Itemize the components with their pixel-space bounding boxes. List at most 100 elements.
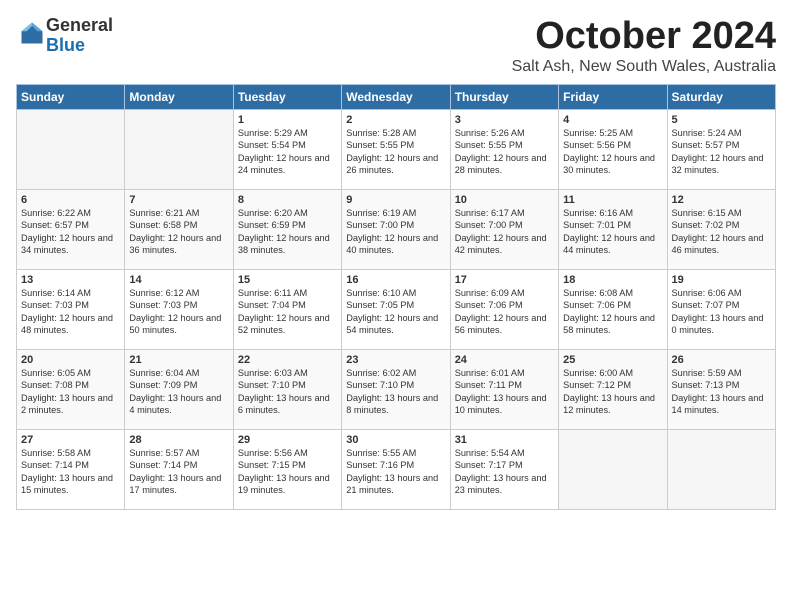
calendar-week-row: 27Sunrise: 5:58 AM Sunset: 7:14 PM Dayli… <box>17 429 776 509</box>
cell-detail: Sunrise: 5:56 AM Sunset: 7:15 PM Dayligh… <box>238 447 337 497</box>
day-number: 5 <box>672 114 771 126</box>
cell-detail: Sunrise: 5:26 AM Sunset: 5:55 PM Dayligh… <box>455 127 554 177</box>
calendar-cell: 29Sunrise: 5:56 AM Sunset: 7:15 PM Dayli… <box>233 429 341 509</box>
cell-detail: Sunrise: 6:19 AM Sunset: 7:00 PM Dayligh… <box>346 207 445 257</box>
calendar-cell: 18Sunrise: 6:08 AM Sunset: 7:06 PM Dayli… <box>559 269 667 349</box>
day-number: 24 <box>455 354 554 366</box>
logo: General Blue <box>16 16 113 56</box>
calendar-cell: 24Sunrise: 6:01 AM Sunset: 7:11 PM Dayli… <box>450 349 558 429</box>
calendar-cell: 12Sunrise: 6:15 AM Sunset: 7:02 PM Dayli… <box>667 189 775 269</box>
logo-blue-text: Blue <box>46 35 85 55</box>
calendar-cell: 31Sunrise: 5:54 AM Sunset: 7:17 PM Dayli… <box>450 429 558 509</box>
day-number: 20 <box>21 354 120 366</box>
day-number: 6 <box>21 194 120 206</box>
cell-detail: Sunrise: 5:54 AM Sunset: 7:17 PM Dayligh… <box>455 447 554 497</box>
cell-detail: Sunrise: 6:10 AM Sunset: 7:05 PM Dayligh… <box>346 287 445 337</box>
day-number: 2 <box>346 114 445 126</box>
calendar-cell: 22Sunrise: 6:03 AM Sunset: 7:10 PM Dayli… <box>233 349 341 429</box>
cell-detail: Sunrise: 5:29 AM Sunset: 5:54 PM Dayligh… <box>238 127 337 177</box>
calendar-cell: 8Sunrise: 6:20 AM Sunset: 6:59 PM Daylig… <box>233 189 341 269</box>
calendar-cell: 26Sunrise: 5:59 AM Sunset: 7:13 PM Dayli… <box>667 349 775 429</box>
cell-detail: Sunrise: 6:00 AM Sunset: 7:12 PM Dayligh… <box>563 367 662 417</box>
cell-detail: Sunrise: 6:20 AM Sunset: 6:59 PM Dayligh… <box>238 207 337 257</box>
calendar-body: 1Sunrise: 5:29 AM Sunset: 5:54 PM Daylig… <box>17 109 776 509</box>
calendar-cell: 4Sunrise: 5:25 AM Sunset: 5:56 PM Daylig… <box>559 109 667 189</box>
cell-detail: Sunrise: 6:17 AM Sunset: 7:00 PM Dayligh… <box>455 207 554 257</box>
calendar-cell: 13Sunrise: 6:14 AM Sunset: 7:03 PM Dayli… <box>17 269 125 349</box>
day-header-wednesday: Wednesday <box>342 84 450 109</box>
calendar-cell: 16Sunrise: 6:10 AM Sunset: 7:05 PM Dayli… <box>342 269 450 349</box>
day-number: 19 <box>672 274 771 286</box>
calendar-cell: 2Sunrise: 5:28 AM Sunset: 5:55 PM Daylig… <box>342 109 450 189</box>
cell-detail: Sunrise: 6:22 AM Sunset: 6:57 PM Dayligh… <box>21 207 120 257</box>
cell-detail: Sunrise: 6:09 AM Sunset: 7:06 PM Dayligh… <box>455 287 554 337</box>
page-header: General Blue October 2024 Salt Ash, New … <box>16 16 776 76</box>
calendar-cell: 3Sunrise: 5:26 AM Sunset: 5:55 PM Daylig… <box>450 109 558 189</box>
cell-detail: Sunrise: 5:25 AM Sunset: 5:56 PM Dayligh… <box>563 127 662 177</box>
calendar-week-row: 1Sunrise: 5:29 AM Sunset: 5:54 PM Daylig… <box>17 109 776 189</box>
day-header-tuesday: Tuesday <box>233 84 341 109</box>
logo-general-text: General <box>46 15 113 35</box>
day-number: 26 <box>672 354 771 366</box>
day-number: 8 <box>238 194 337 206</box>
day-number: 27 <box>21 434 120 446</box>
cell-detail: Sunrise: 6:06 AM Sunset: 7:07 PM Dayligh… <box>672 287 771 337</box>
calendar-cell <box>559 429 667 509</box>
cell-detail: Sunrise: 6:11 AM Sunset: 7:04 PM Dayligh… <box>238 287 337 337</box>
day-number: 25 <box>563 354 662 366</box>
day-number: 13 <box>21 274 120 286</box>
day-number: 9 <box>346 194 445 206</box>
day-header-saturday: Saturday <box>667 84 775 109</box>
day-number: 17 <box>455 274 554 286</box>
day-number: 3 <box>455 114 554 126</box>
day-header-sunday: Sunday <box>17 84 125 109</box>
day-number: 12 <box>672 194 771 206</box>
cell-detail: Sunrise: 6:16 AM Sunset: 7:01 PM Dayligh… <box>563 207 662 257</box>
calendar-cell: 20Sunrise: 6:05 AM Sunset: 7:08 PM Dayli… <box>17 349 125 429</box>
location: Salt Ash, New South Wales, Australia <box>512 58 776 76</box>
calendar-cell: 25Sunrise: 6:00 AM Sunset: 7:12 PM Dayli… <box>559 349 667 429</box>
calendar-cell: 17Sunrise: 6:09 AM Sunset: 7:06 PM Dayli… <box>450 269 558 349</box>
calendar-cell <box>17 109 125 189</box>
cell-detail: Sunrise: 6:15 AM Sunset: 7:02 PM Dayligh… <box>672 207 771 257</box>
calendar-cell: 27Sunrise: 5:58 AM Sunset: 7:14 PM Dayli… <box>17 429 125 509</box>
cell-detail: Sunrise: 5:28 AM Sunset: 5:55 PM Dayligh… <box>346 127 445 177</box>
day-number: 11 <box>563 194 662 206</box>
day-number: 29 <box>238 434 337 446</box>
cell-detail: Sunrise: 6:05 AM Sunset: 7:08 PM Dayligh… <box>21 367 120 417</box>
day-number: 10 <box>455 194 554 206</box>
day-number: 7 <box>129 194 228 206</box>
calendar-cell: 21Sunrise: 6:04 AM Sunset: 7:09 PM Dayli… <box>125 349 233 429</box>
calendar-table: SundayMondayTuesdayWednesdayThursdayFrid… <box>16 84 776 510</box>
calendar-cell: 15Sunrise: 6:11 AM Sunset: 7:04 PM Dayli… <box>233 269 341 349</box>
day-number: 28 <box>129 434 228 446</box>
day-number: 22 <box>238 354 337 366</box>
calendar-cell <box>667 429 775 509</box>
day-header-friday: Friday <box>559 84 667 109</box>
day-header-monday: Monday <box>125 84 233 109</box>
day-number: 18 <box>563 274 662 286</box>
calendar-cell: 7Sunrise: 6:21 AM Sunset: 6:58 PM Daylig… <box>125 189 233 269</box>
calendar-cell: 14Sunrise: 6:12 AM Sunset: 7:03 PM Dayli… <box>125 269 233 349</box>
calendar-cell: 9Sunrise: 6:19 AM Sunset: 7:00 PM Daylig… <box>342 189 450 269</box>
calendar-week-row: 6Sunrise: 6:22 AM Sunset: 6:57 PM Daylig… <box>17 189 776 269</box>
cell-detail: Sunrise: 5:24 AM Sunset: 5:57 PM Dayligh… <box>672 127 771 177</box>
day-number: 16 <box>346 274 445 286</box>
cell-detail: Sunrise: 6:21 AM Sunset: 6:58 PM Dayligh… <box>129 207 228 257</box>
day-number: 4 <box>563 114 662 126</box>
calendar-cell: 28Sunrise: 5:57 AM Sunset: 7:14 PM Dayli… <box>125 429 233 509</box>
calendar-week-row: 13Sunrise: 6:14 AM Sunset: 7:03 PM Dayli… <box>17 269 776 349</box>
cell-detail: Sunrise: 6:03 AM Sunset: 7:10 PM Dayligh… <box>238 367 337 417</box>
day-number: 21 <box>129 354 228 366</box>
calendar-cell <box>125 109 233 189</box>
cell-detail: Sunrise: 6:01 AM Sunset: 7:11 PM Dayligh… <box>455 367 554 417</box>
calendar-week-row: 20Sunrise: 6:05 AM Sunset: 7:08 PM Dayli… <box>17 349 776 429</box>
day-number: 30 <box>346 434 445 446</box>
title-block: October 2024 Salt Ash, New South Wales, … <box>512 16 776 76</box>
calendar-cell: 1Sunrise: 5:29 AM Sunset: 5:54 PM Daylig… <box>233 109 341 189</box>
cell-detail: Sunrise: 6:12 AM Sunset: 7:03 PM Dayligh… <box>129 287 228 337</box>
calendar-cell: 19Sunrise: 6:06 AM Sunset: 7:07 PM Dayli… <box>667 269 775 349</box>
logo-icon <box>18 19 46 47</box>
calendar-cell: 5Sunrise: 5:24 AM Sunset: 5:57 PM Daylig… <box>667 109 775 189</box>
cell-detail: Sunrise: 6:02 AM Sunset: 7:10 PM Dayligh… <box>346 367 445 417</box>
